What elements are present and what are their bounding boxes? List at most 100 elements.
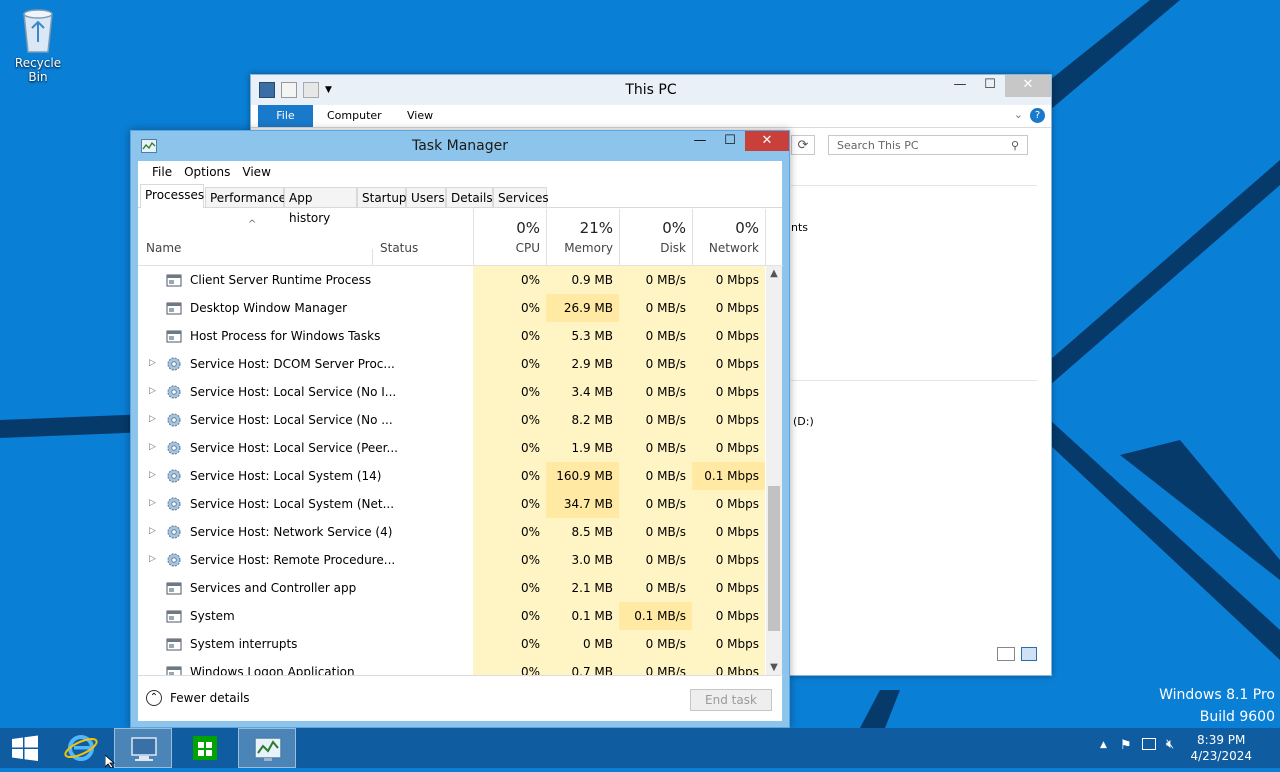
- expand-arrow-icon[interactable]: ▷: [149, 358, 156, 368]
- process-list[interactable]: Client Server Runtime Process 0% 0.9 MB 0 M…: [138, 266, 765, 676]
- table-row[interactable]: System 0% 0.1 MB 0.1 MB/s 0 Mbps: [138, 602, 765, 630]
- tab-users[interactable]: Users: [406, 187, 446, 207]
- process-cpu: 0%: [520, 609, 540, 623]
- expand-arrow-icon[interactable]: ▷: [149, 554, 156, 564]
- table-row[interactable]: ▷ Service Host: DCOM Server Proc... 0% 2.9 …: [138, 350, 765, 378]
- process-disk: 0 MB/s: [645, 357, 686, 371]
- search-icon: ⚲: [1011, 139, 1020, 152]
- table-row[interactable]: Host Process for Windows Tasks 0% 5.3 MB 0 …: [138, 322, 765, 350]
- file-explorer-button[interactable]: [114, 728, 172, 768]
- tab-performance[interactable]: Performance: [205, 187, 286, 207]
- process-cpu: 0%: [520, 329, 540, 343]
- scroll-up-icon[interactable]: ▲: [766, 266, 782, 282]
- minimize-button[interactable]: —: [685, 131, 715, 151]
- search-input[interactable]: Search This PC: [828, 135, 1028, 155]
- maximize-button[interactable]: ☐: [715, 131, 745, 151]
- table-row[interactable]: Services and Controller app 0% 2.1 MB 0 MB/…: [138, 574, 765, 602]
- volume-muted-icon[interactable]: 🔇︎: [1166, 737, 1174, 752]
- menu-view[interactable]: View: [236, 165, 276, 179]
- details-view-icon[interactable]: [997, 647, 1015, 661]
- process-memory: 3.4 MB: [571, 385, 613, 399]
- close-button[interactable]: ✕: [745, 131, 789, 151]
- task-manager-titlebar[interactable]: Task Manager — ☐ ✕: [131, 131, 789, 161]
- recycle-bin[interactable]: Recycle Bin: [4, 6, 72, 84]
- end-task-button[interactable]: End task: [690, 689, 772, 711]
- expand-arrow-icon[interactable]: ▷: [149, 386, 156, 396]
- expand-arrow-icon[interactable]: ▷: [149, 414, 156, 424]
- expand-arrow-icon[interactable]: ▷: [149, 498, 156, 508]
- table-row[interactable]: ▷ Service Host: Remote Procedure... 0% 3.0 …: [138, 546, 765, 574]
- table-row[interactable]: ▷ Service Host: Local System (Net... 0% 34.…: [138, 490, 765, 518]
- expand-arrow-icon[interactable]: ▷: [149, 526, 156, 536]
- gear-icon: [167, 441, 181, 455]
- help-icon[interactable]: ?: [1030, 108, 1045, 123]
- store-button[interactable]: [180, 728, 230, 768]
- task-manager-icon: [254, 737, 282, 761]
- process-disk: 0 MB/s: [645, 581, 686, 595]
- table-row[interactable]: Windows Logon Application 0% 0.7 MB 0 MB/s 0…: [138, 658, 765, 676]
- scroll-down-icon[interactable]: ▼: [766, 660, 782, 676]
- ribbon-tabs: File Computer View ⌄ ?: [251, 105, 1051, 128]
- table-row[interactable]: Client Server Runtime Process 0% 0.9 MB 0 M…: [138, 266, 765, 294]
- process-cpu: 0%: [520, 413, 540, 427]
- table-row[interactable]: ▷ Service Host: Local Service (Peer... 0% 1…: [138, 434, 765, 462]
- column-network[interactable]: 0% Network: [692, 209, 765, 265]
- tab-services[interactable]: Services: [493, 187, 549, 207]
- table-row[interactable]: ▷ Service Host: Local Service (No ... 0% 8.…: [138, 406, 765, 434]
- process-name: Client Server Runtime Process: [190, 273, 372, 287]
- tab-details[interactable]: Details: [446, 187, 493, 207]
- column-name[interactable]: Name: [138, 209, 372, 265]
- minimize-button[interactable]: —: [945, 75, 975, 97]
- scrollbar-thumb[interactable]: [768, 486, 780, 631]
- start-button[interactable]: [0, 728, 50, 768]
- column-status[interactable]: Status: [372, 209, 472, 265]
- task-manager-window[interactable]: Task Manager — ☐ ✕ File Options View Pro…: [130, 130, 790, 728]
- process-name: System interrupts: [190, 637, 298, 651]
- table-row[interactable]: ▷ Service Host: Local System (14) 0% 160.9 …: [138, 462, 765, 490]
- tab-processes[interactable]: Processes: [140, 184, 204, 208]
- gear-icon: [167, 469, 181, 483]
- gear-icon: [167, 413, 181, 427]
- column-memory[interactable]: 21% Memory: [546, 209, 619, 265]
- process-cpu: 0%: [520, 469, 540, 483]
- table-row[interactable]: ▷ Service Host: Network Service (4) 0% 8.5 …: [138, 518, 765, 546]
- ribbon-tab-view[interactable]: View: [407, 109, 433, 122]
- process-disk: 0 MB/s: [645, 525, 686, 539]
- expand-ribbon-icon[interactable]: ⌄: [1014, 108, 1023, 121]
- window-icon: [166, 274, 182, 287]
- show-hidden-icons-icon[interactable]: ▲: [1100, 740, 1107, 750]
- this-pc-titlebar[interactable]: ▼ This PC — ☐ ✕: [251, 75, 1051, 105]
- maximize-button[interactable]: ☐: [975, 75, 1005, 97]
- expand-arrow-icon[interactable]: ▷: [149, 470, 156, 480]
- process-disk: 0 MB/s: [645, 273, 686, 287]
- large-icons-view-icon[interactable]: [1021, 647, 1037, 661]
- menu-options[interactable]: Options: [178, 165, 236, 179]
- menu-file[interactable]: File: [146, 165, 178, 179]
- tab-app-history[interactable]: App history: [284, 187, 357, 225]
- clock[interactable]: 8:39 PM 4/23/2024: [1190, 732, 1252, 764]
- table-row[interactable]: ▷ Service Host: Local Service (No I... 0% 3…: [138, 378, 765, 406]
- column-disk[interactable]: 0% Disk: [619, 209, 692, 265]
- ribbon-tab-file[interactable]: File: [258, 105, 313, 127]
- fewer-details-button[interactable]: ⌃ Fewer details: [146, 690, 250, 706]
- gear-icon: [167, 553, 181, 567]
- process-network: 0 Mbps: [715, 301, 759, 315]
- ribbon-tab-computer[interactable]: Computer: [327, 109, 382, 122]
- tab-startup[interactable]: Startup: [357, 187, 407, 207]
- close-button[interactable]: ✕: [1005, 75, 1051, 97]
- network-icon[interactable]: [1142, 738, 1156, 750]
- chevron-up-icon: ⌃: [146, 690, 162, 706]
- expand-arrow-icon[interactable]: ▷: [149, 442, 156, 452]
- process-disk: 0 MB/s: [645, 441, 686, 455]
- process-list-scrollbar[interactable]: ▲ ▼: [766, 266, 782, 676]
- table-row[interactable]: Desktop Window Manager 0% 26.9 MB 0 MB/s 0 M…: [138, 294, 765, 322]
- process-network: 0 Mbps: [715, 329, 759, 343]
- process-network: 0 Mbps: [715, 553, 759, 567]
- action-center-flag-icon[interactable]: ⚑: [1120, 738, 1132, 753]
- column-cpu[interactable]: 0% CPU: [473, 209, 546, 265]
- refresh-button[interactable]: ⟳: [791, 135, 815, 155]
- internet-explorer-button[interactable]: [56, 728, 106, 768]
- this-pc-icon: [131, 737, 157, 761]
- task-manager-taskbar-button[interactable]: [238, 728, 296, 768]
- table-row[interactable]: System interrupts 0% 0 MB 0 MB/s 0 Mbps: [138, 630, 765, 658]
